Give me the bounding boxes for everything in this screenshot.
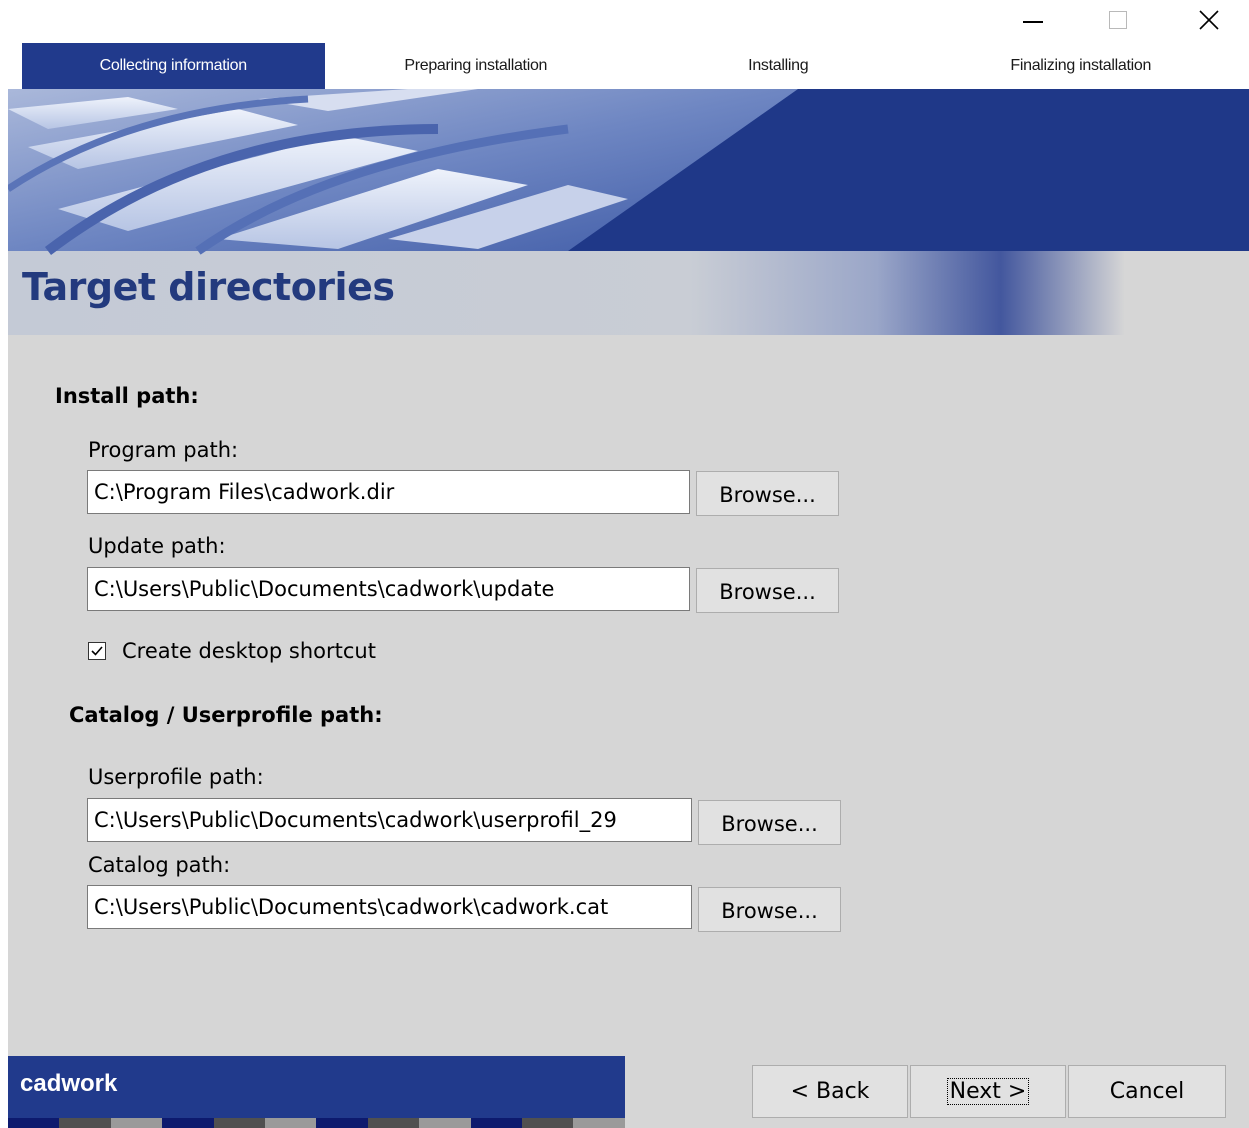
userprofile-path-input[interactable] [87, 798, 692, 842]
installer-panel: Target directories Install path: Program… [8, 89, 1249, 1128]
brand-bar: cadwork [8, 1056, 625, 1128]
update-path-browse-button[interactable]: Browse... [696, 568, 839, 613]
next-button-label: Next > [946, 1078, 1030, 1105]
brand-logo-text: cadwork [20, 1070, 118, 1097]
program-path-input[interactable] [87, 470, 690, 514]
step-installing: Installing [748, 57, 809, 74]
close-icon [1199, 10, 1219, 30]
step-finalizing-installation: Finalizing installation [1010, 57, 1152, 74]
maximize-button[interactable] [1088, 0, 1148, 40]
userprofile-path-label: Userprofile path: [88, 765, 264, 789]
minimize-icon [1023, 21, 1043, 23]
page-title: Target directories [22, 265, 395, 309]
step-collecting-information: Collecting information [22, 43, 325, 89]
userprofile-path-browse-button[interactable]: Browse... [698, 800, 841, 845]
next-button[interactable]: Next > [910, 1065, 1066, 1118]
step-preparing-installation: Preparing installation [404, 57, 548, 74]
desktop-shortcut-label: Create desktop shortcut [122, 639, 376, 663]
cancel-button[interactable]: Cancel [1068, 1065, 1226, 1118]
program-path-browse-button[interactable]: Browse... [696, 471, 839, 516]
catalog-path-input[interactable] [87, 885, 692, 929]
maximize-icon [1109, 11, 1127, 29]
catalog-path-label: Catalog path: [88, 853, 231, 877]
minimize-button[interactable] [1003, 0, 1063, 40]
checkbox-checked-icon [88, 642, 106, 660]
update-path-input[interactable] [87, 567, 690, 611]
update-path-label: Update path: [88, 534, 226, 558]
catalog-path-browse-button[interactable]: Browse... [698, 887, 841, 932]
installer-steps: Collecting information Preparing install… [22, 43, 1232, 89]
desktop-shortcut-checkbox[interactable]: Create desktop shortcut [88, 639, 376, 663]
program-path-label: Program path: [88, 438, 239, 462]
back-button[interactable]: < Back [752, 1065, 908, 1118]
brand-stripe [8, 1118, 625, 1128]
close-button[interactable] [1179, 0, 1239, 40]
catalog-userprofile-heading: Catalog / Userprofile path: [69, 703, 383, 727]
install-path-heading: Install path: [55, 384, 199, 408]
